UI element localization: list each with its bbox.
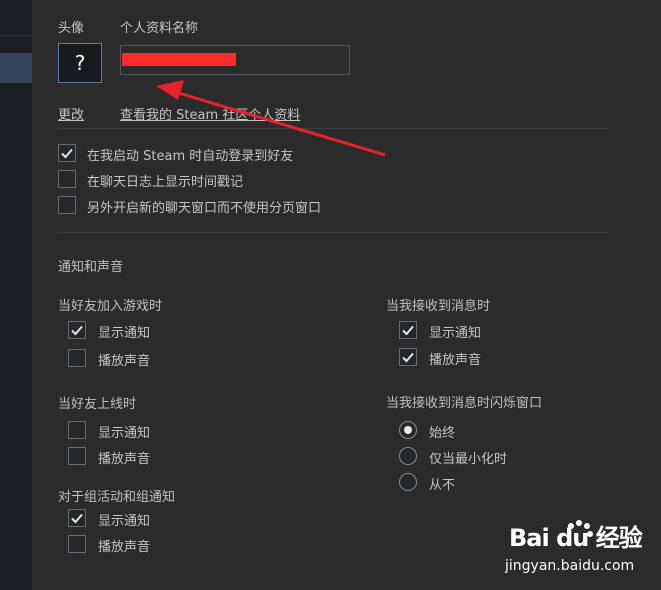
nav-item-selected[interactable] bbox=[0, 53, 32, 83]
timestamp-label: 在聊天日志上显示时间戳记 bbox=[87, 175, 244, 190]
flash-never-label: 从不 bbox=[429, 478, 456, 493]
flash-never-radio[interactable] bbox=[399, 473, 417, 491]
left-nav-pane bbox=[0, 0, 32, 590]
nav-divider bbox=[0, 35, 32, 36]
friend-joins-play-sound-checkbox[interactable] bbox=[68, 349, 86, 367]
friend-online-title: 当好友上线时 bbox=[58, 397, 137, 412]
divider bbox=[58, 128, 608, 129]
timestamp-checkbox[interactable] bbox=[58, 170, 76, 188]
message-received-title: 当我接收到消息时 bbox=[386, 299, 491, 314]
view-community-profile-link[interactable]: 查看我的 Steam 社区个人资料 bbox=[120, 104, 300, 123]
friend-online-play-sound-label: 播放声音 bbox=[98, 452, 151, 467]
check-icon bbox=[71, 325, 83, 336]
friend-online-show-notification-checkbox[interactable] bbox=[68, 421, 86, 439]
group-show-notification-label: 显示通知 bbox=[98, 514, 151, 529]
friend-online-play-sound-checkbox[interactable] bbox=[68, 447, 86, 465]
baidu-jingyan-watermark: Bai du 经验 jingyan.baidu.com bbox=[505, 518, 655, 582]
group-show-notification-checkbox[interactable] bbox=[68, 509, 86, 527]
check-icon bbox=[61, 148, 73, 159]
redaction-bar bbox=[122, 53, 236, 66]
profile-name-label: 个人资料名称 bbox=[120, 21, 199, 36]
separate-window-label: 另外开启新的聊天窗口而不使用分页窗口 bbox=[87, 201, 322, 216]
divider bbox=[58, 232, 608, 233]
avatar-label: 头像 bbox=[58, 21, 85, 36]
auto-login-label: 在我启动 Steam 时自动登录到好友 bbox=[87, 149, 294, 164]
friend-joins-game-title: 当好友加入游戏时 bbox=[58, 299, 163, 314]
check-icon bbox=[402, 352, 414, 363]
friend-joins-play-sound-label: 播放声音 bbox=[98, 354, 151, 369]
separate-window-checkbox[interactable] bbox=[58, 196, 76, 214]
friend-joins-show-notification-label: 显示通知 bbox=[98, 326, 151, 341]
check-icon bbox=[71, 513, 83, 524]
radio-dot-icon bbox=[403, 425, 412, 434]
message-play-sound-label: 播放声音 bbox=[429, 353, 482, 368]
change-avatar-link[interactable]: 更改 bbox=[58, 104, 84, 123]
flash-always-radio[interactable] bbox=[399, 421, 417, 439]
auto-login-checkbox[interactable] bbox=[58, 144, 76, 162]
flash-always-label: 始终 bbox=[429, 426, 456, 441]
group-events-title: 对于组活动和组通知 bbox=[58, 490, 176, 505]
profile-name-field[interactable] bbox=[120, 45, 350, 75]
message-show-notification-label: 显示通知 bbox=[429, 326, 482, 341]
avatar-placeholder: ? bbox=[74, 51, 86, 75]
friend-joins-show-notification-checkbox[interactable] bbox=[68, 321, 86, 339]
group-play-sound-checkbox[interactable] bbox=[68, 535, 86, 553]
notifications-heading: 通知和声音 bbox=[58, 260, 124, 275]
message-show-notification-checkbox[interactable] bbox=[399, 321, 417, 339]
flash-minimized-radio[interactable] bbox=[399, 447, 417, 465]
flash-window-title: 当我接收到消息时闪烁窗口 bbox=[386, 396, 543, 411]
friend-online-show-notification-label: 显示通知 bbox=[98, 426, 151, 441]
message-play-sound-checkbox[interactable] bbox=[399, 348, 417, 366]
flash-minimized-label: 仅当最小化时 bbox=[429, 452, 508, 467]
group-play-sound-label: 播放声音 bbox=[98, 540, 151, 555]
check-icon bbox=[402, 325, 414, 336]
watermark-url: jingyan.baidu.com bbox=[505, 558, 635, 574]
watermark-brand: Bai du 经验 bbox=[509, 524, 643, 552]
avatar[interactable]: ? bbox=[58, 43, 102, 83]
